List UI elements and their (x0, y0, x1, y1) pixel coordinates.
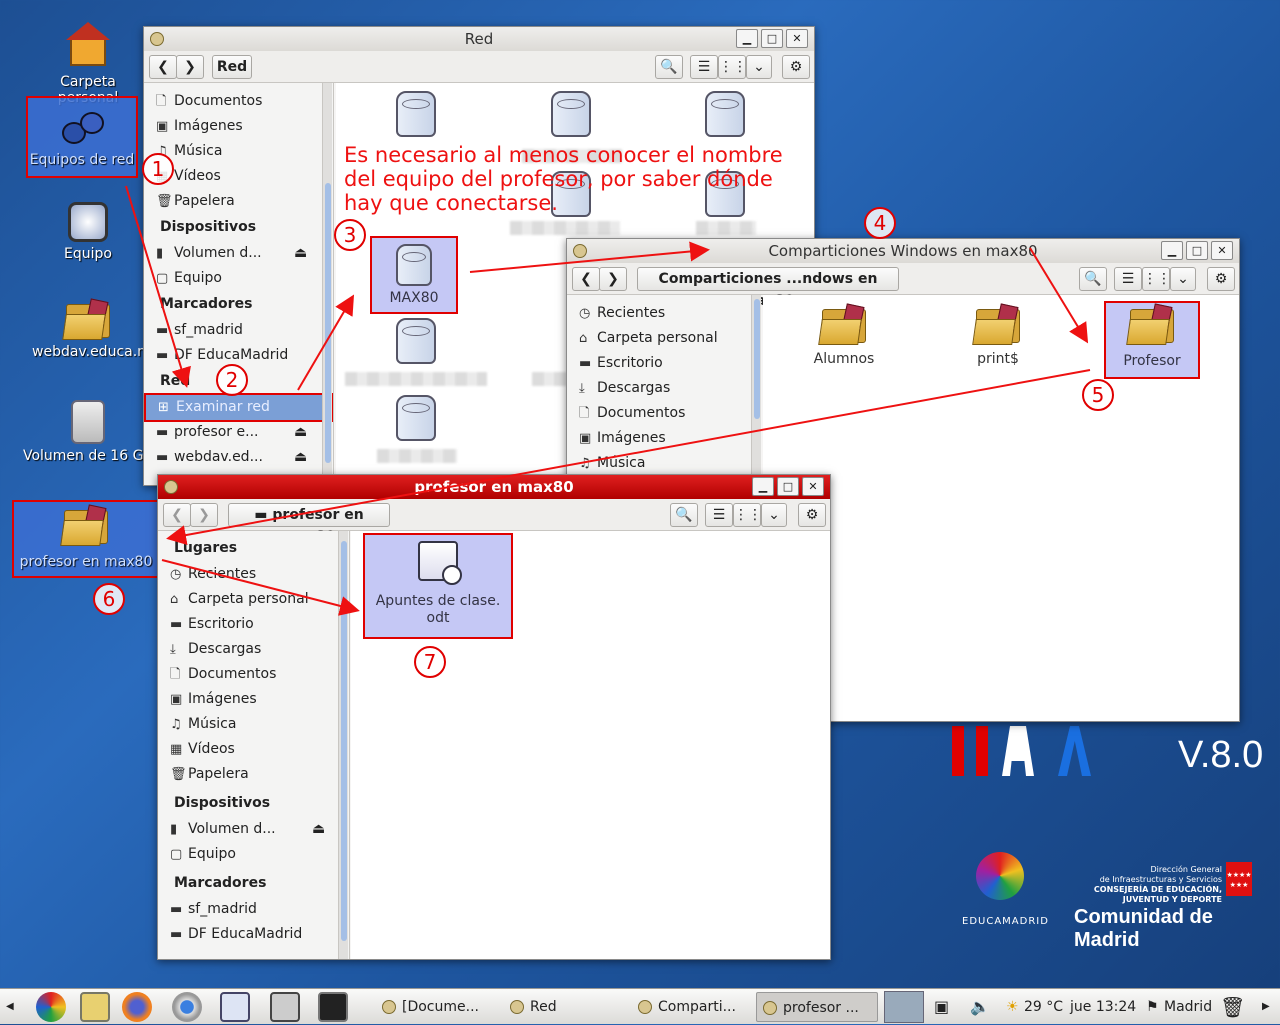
annotation-arrows (125, 185, 1091, 616)
text-editor-launcher-icon[interactable] (80, 992, 110, 1022)
taskbar: ◀ [Docume... Red Comparti... profesor ..… (0, 988, 1280, 1024)
firefox-launcher-icon[interactable] (122, 992, 152, 1022)
task-icon (638, 1000, 652, 1014)
volume-icon[interactable]: 🔈 (970, 989, 990, 1025)
task-label: profesor ... (783, 1000, 859, 1016)
arrow-4 (1029, 247, 1089, 344)
task-comparticiones[interactable]: Comparti... (632, 992, 744, 1022)
screenshot-launcher-icon[interactable] (270, 992, 300, 1022)
arrow-6 (161, 559, 360, 616)
task-profesor[interactable]: profesor ... (756, 992, 878, 1022)
step-7-badge: 7 (414, 646, 446, 678)
step-1-badge: 1 (142, 153, 174, 185)
task-label: [Docume... (402, 999, 479, 1015)
task-label: Red (530, 999, 557, 1015)
step-5-badge: 5 (1082, 379, 1114, 411)
trash-icon[interactable]: 🗑 (1220, 989, 1245, 1025)
step-2-badge: 2 (216, 364, 248, 396)
task-label: Comparti... (658, 999, 736, 1015)
arrow-3 (469, 241, 710, 273)
location-label[interactable]: Madrid (1164, 989, 1212, 1025)
task-documento[interactable]: [Docume... (376, 992, 488, 1022)
arrow-5 (166, 369, 1091, 545)
weather-icon: ☀ (1006, 999, 1019, 1015)
scroll-right-icon[interactable]: ▶ (1262, 989, 1270, 1025)
task-red[interactable]: Red (504, 992, 616, 1022)
arrow-1 (125, 185, 191, 388)
step-6-badge: 6 (93, 583, 125, 615)
chrome-launcher-icon[interactable] (172, 992, 202, 1022)
location-icon: ⚑ (1146, 999, 1159, 1015)
task-icon (510, 1000, 524, 1014)
notes-launcher-icon[interactable] (220, 992, 250, 1022)
terminal-launcher-icon[interactable] (318, 992, 348, 1022)
scroll-left-icon[interactable]: ◀ (6, 989, 14, 1025)
weather-temp[interactable]: 29 °C (1024, 989, 1063, 1025)
task-icon (763, 1001, 777, 1015)
menu-launcher-icon[interactable] (36, 992, 66, 1022)
network-tray-icon[interactable]: ▣ (934, 989, 949, 1025)
task-icon (382, 1000, 396, 1014)
workspace-switcher[interactable] (884, 991, 924, 1023)
step-3-badge: 3 (334, 219, 366, 251)
step-4-badge: 4 (864, 207, 896, 239)
clock[interactable]: jue 13:24 (1070, 989, 1136, 1025)
arrow-2 (297, 294, 355, 391)
